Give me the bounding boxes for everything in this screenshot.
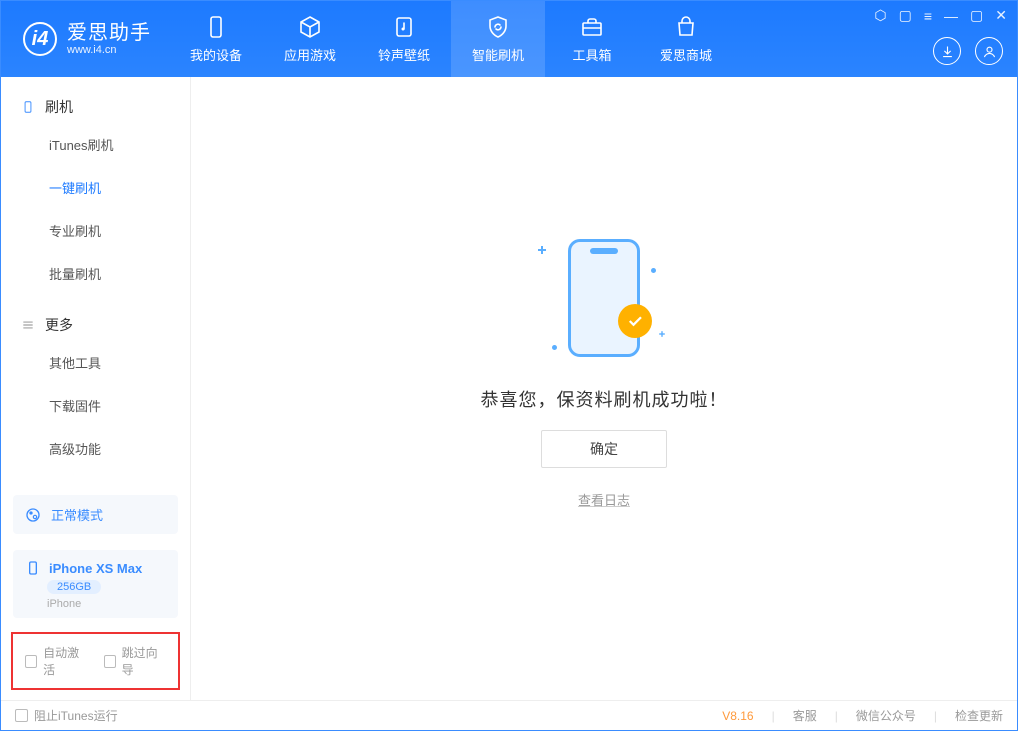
device-name: iPhone XS Max	[49, 561, 142, 576]
mode-icon	[25, 507, 41, 523]
download-icon[interactable]	[933, 37, 961, 65]
user-icon[interactable]	[975, 37, 1003, 65]
app-title: 爱思助手	[67, 22, 151, 44]
logo-icon: i4	[23, 22, 57, 56]
sidebar-item-other-tools[interactable]: 其他工具	[49, 341, 190, 384]
check-update-link[interactable]: 检查更新	[955, 707, 1003, 724]
sparkle-icon	[538, 246, 546, 254]
shirt-icon[interactable]: ⬡	[874, 7, 886, 24]
music-icon	[392, 15, 416, 39]
header-right-icons	[933, 37, 1003, 65]
sidebar-item-batch-flash[interactable]: 批量刷机	[49, 252, 190, 295]
cube-icon	[298, 15, 322, 39]
nav-toolbox[interactable]: 工具箱	[545, 1, 639, 77]
sync-icon[interactable]: ▢	[899, 7, 912, 24]
minimize-button[interactable]: —	[944, 8, 958, 24]
checkmark-badge-icon	[618, 304, 652, 338]
main-content: 恭喜您，保资料刷机成功啦！ 确定 查看日志	[191, 77, 1017, 700]
dot-icon	[552, 345, 557, 350]
sidebar: 刷机 iTunes刷机 一键刷机 专业刷机 批量刷机 更多 其他工具 下载固件 …	[1, 77, 191, 700]
view-log-link[interactable]: 查看日志	[578, 490, 630, 509]
app-subtitle: www.i4.cn	[67, 44, 151, 56]
phone-illustration-icon	[568, 239, 640, 357]
main-nav: 我的设备 应用游戏 铃声壁纸 智能刷机 工具箱 爱思商城	[169, 1, 733, 77]
checkbox-skip-wizard[interactable]: 跳过向导	[104, 644, 167, 678]
sidebar-item-oneclick-flash[interactable]: 一键刷机	[49, 166, 190, 209]
nav-apps-games[interactable]: 应用游戏	[263, 1, 357, 77]
window-controls: ⬡ ▢ ≡ — ▢ ✕	[874, 7, 1007, 24]
sidebar-section-flash: 刷机	[1, 91, 190, 123]
sidebar-item-download-firmware[interactable]: 下载固件	[49, 384, 190, 427]
nav-store[interactable]: 爱思商城	[639, 1, 733, 77]
logo: i4 爱思助手 www.i4.cn	[1, 22, 169, 56]
close-button[interactable]: ✕	[995, 7, 1007, 24]
ok-button[interactable]: 确定	[541, 430, 667, 468]
phone-icon	[204, 15, 228, 39]
toolbox-icon	[580, 15, 604, 39]
nav-ringtones[interactable]: 铃声壁纸	[357, 1, 451, 77]
success-message: 恭喜您，保资料刷机成功啦！	[481, 386, 728, 412]
title-bar: i4 爱思助手 www.i4.cn 我的设备 应用游戏 铃声壁纸 智能刷机 工具…	[1, 1, 1017, 77]
sparkle-icon	[659, 331, 665, 337]
checkbox-block-itunes[interactable]: 阻止iTunes运行	[15, 707, 118, 724]
device-phone-icon	[25, 560, 41, 576]
sidebar-section-more: 更多	[1, 309, 190, 341]
maximize-button[interactable]: ▢	[970, 7, 983, 24]
version-label: V8.16	[722, 709, 753, 723]
checkbox-box-icon	[25, 655, 37, 668]
device-capacity: 256GB	[47, 580, 101, 594]
nav-my-device[interactable]: 我的设备	[169, 1, 263, 77]
device-type: iPhone	[47, 598, 81, 610]
checkbox-auto-activate[interactable]: 自动激活	[25, 644, 88, 678]
phone-small-icon	[21, 100, 35, 114]
shield-refresh-icon	[486, 15, 510, 39]
nav-smart-flash[interactable]: 智能刷机	[451, 1, 545, 77]
success-illustration	[534, 228, 674, 368]
status-bar: 阻止iTunes运行 V8.16 | 客服 | 微信公众号 | 检查更新	[1, 700, 1017, 730]
list-icon	[21, 318, 35, 332]
highlighted-options-box: 自动激活 跳过向导	[11, 632, 180, 690]
device-info-card[interactable]: iPhone XS Max 256GB iPhone	[13, 550, 178, 618]
checkbox-box-icon	[15, 709, 28, 722]
support-link[interactable]: 客服	[793, 707, 817, 724]
device-mode-card[interactable]: 正常模式	[13, 495, 178, 534]
sidebar-item-itunes-flash[interactable]: iTunes刷机	[49, 123, 190, 166]
bag-icon	[674, 15, 698, 39]
dot-icon	[651, 268, 656, 273]
sidebar-item-advanced[interactable]: 高级功能	[49, 427, 190, 470]
sidebar-item-pro-flash[interactable]: 专业刷机	[49, 209, 190, 252]
menu-icon[interactable]: ≡	[924, 8, 932, 24]
checkbox-box-icon	[104, 655, 116, 668]
wechat-link[interactable]: 微信公众号	[856, 707, 916, 724]
